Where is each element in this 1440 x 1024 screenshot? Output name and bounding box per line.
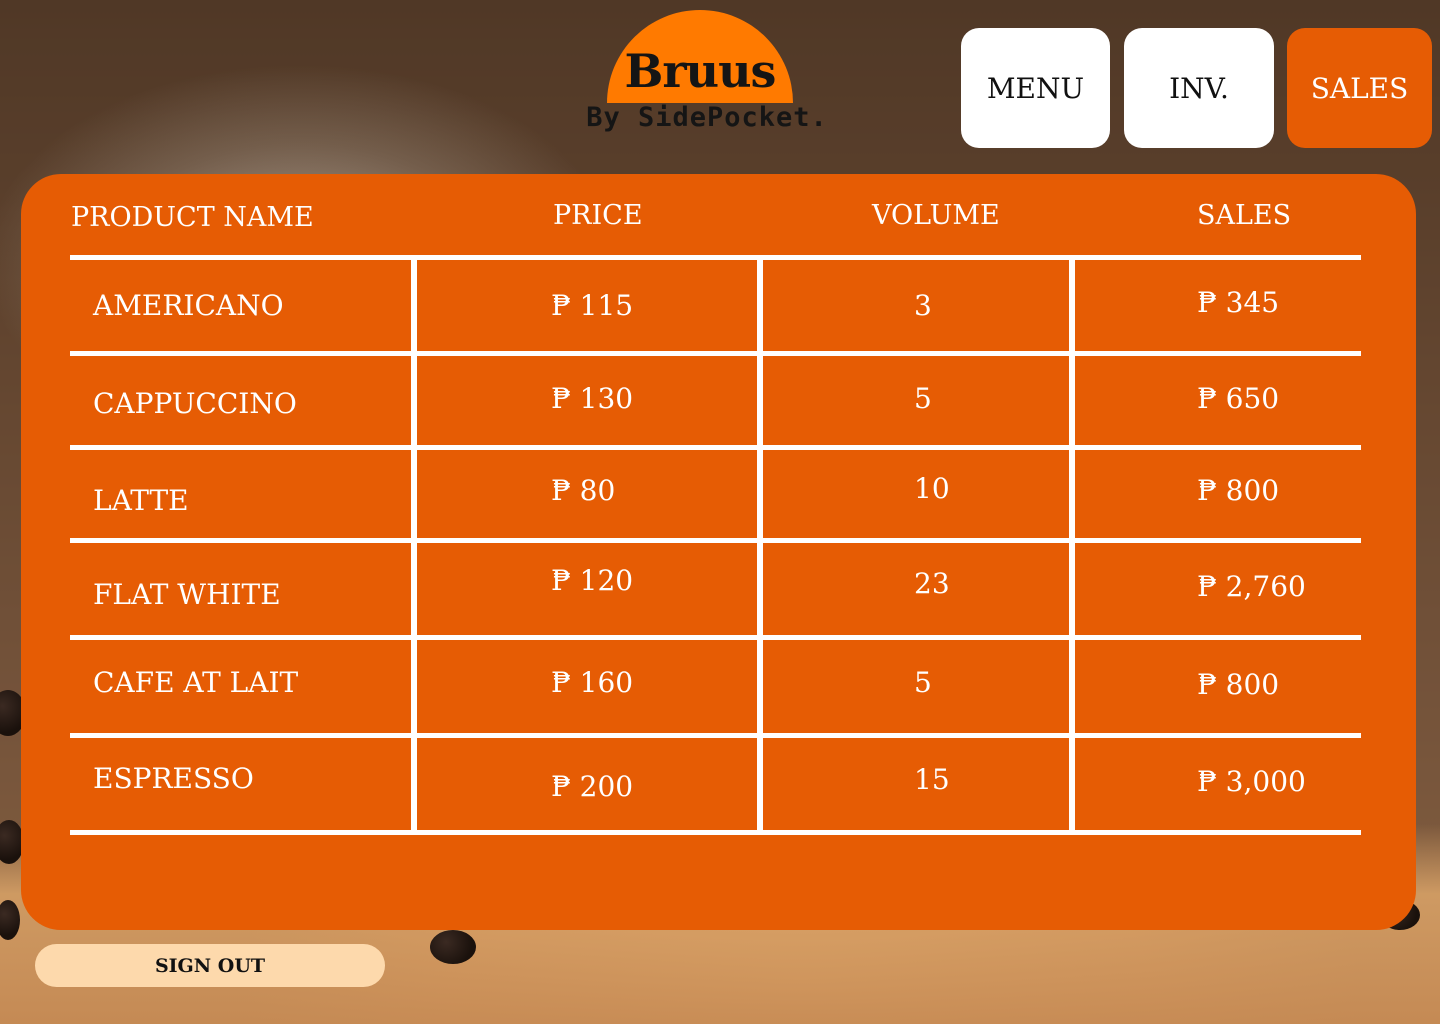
table-cell-product-name: AMERICANO xyxy=(93,289,284,322)
table-cell-volume: 3 xyxy=(914,289,932,322)
table-cell-sales: ₱ 800 xyxy=(1197,668,1280,701)
table-cell-product-name: CAPPUCCINO xyxy=(93,387,297,420)
logo-wordmark: Bruus xyxy=(624,44,777,98)
table-cell-price: ₱ 80 xyxy=(551,474,616,507)
coffee-bean-decoration xyxy=(430,930,476,964)
table-cell-product-name: LATTE xyxy=(93,484,189,517)
table-column-divider xyxy=(411,258,417,833)
table-cell-volume: 5 xyxy=(914,666,932,699)
table-cell-price: ₱ 160 xyxy=(551,666,634,699)
table-cell-sales: ₱ 345 xyxy=(1197,286,1280,319)
table-cell-volume: 5 xyxy=(914,382,932,415)
nav-menu-button[interactable]: MENU xyxy=(961,28,1110,148)
table-cell-price: ₱ 115 xyxy=(551,289,634,322)
table-divider xyxy=(70,445,1361,450)
table-column-divider xyxy=(1069,258,1075,833)
table-divider xyxy=(70,351,1361,356)
table-cell-volume: 10 xyxy=(914,472,950,505)
column-header-price: PRICE xyxy=(553,200,643,231)
table-divider xyxy=(70,255,1361,260)
sales-table-panel: PRODUCT NAME PRICE VOLUME SALES AMERICAN… xyxy=(21,174,1416,930)
table-cell-price: ₱ 200 xyxy=(551,770,634,803)
table-cell-sales: ₱ 650 xyxy=(1197,382,1280,415)
table-cell-product-name: FLAT WHITE xyxy=(93,578,281,611)
table-divider xyxy=(70,733,1361,738)
table-cell-price: ₱ 130 xyxy=(551,382,634,415)
column-header-product-name: PRODUCT NAME xyxy=(71,202,314,233)
table-divider xyxy=(70,538,1361,543)
table-column-divider xyxy=(757,258,763,833)
table-divider xyxy=(70,830,1361,835)
table-cell-product-name: CAFE AT LAIT xyxy=(93,666,299,699)
table-cell-sales: ₱ 2,760 xyxy=(1197,570,1306,603)
table-cell-price: ₱ 120 xyxy=(551,564,634,597)
table-cell-sales: ₱ 3,000 xyxy=(1197,765,1306,798)
table-cell-sales: ₱ 800 xyxy=(1197,474,1280,507)
column-header-sales: SALES xyxy=(1197,200,1292,231)
nav-inventory-button[interactable]: INV. xyxy=(1124,28,1274,148)
table-cell-volume: 15 xyxy=(914,763,950,796)
table-cell-volume: 23 xyxy=(914,567,950,600)
sign-out-button[interactable]: SIGN OUT xyxy=(35,944,385,987)
table-cell-product-name: ESPRESSO xyxy=(93,762,254,795)
nav-sales-button[interactable]: SALES xyxy=(1287,28,1432,148)
table-divider xyxy=(70,635,1361,640)
column-header-volume: VOLUME xyxy=(872,200,1000,231)
brand-logo: Bruus By SidePocket. xyxy=(577,10,837,135)
logo-tagline: By SidePocket. xyxy=(586,102,828,133)
